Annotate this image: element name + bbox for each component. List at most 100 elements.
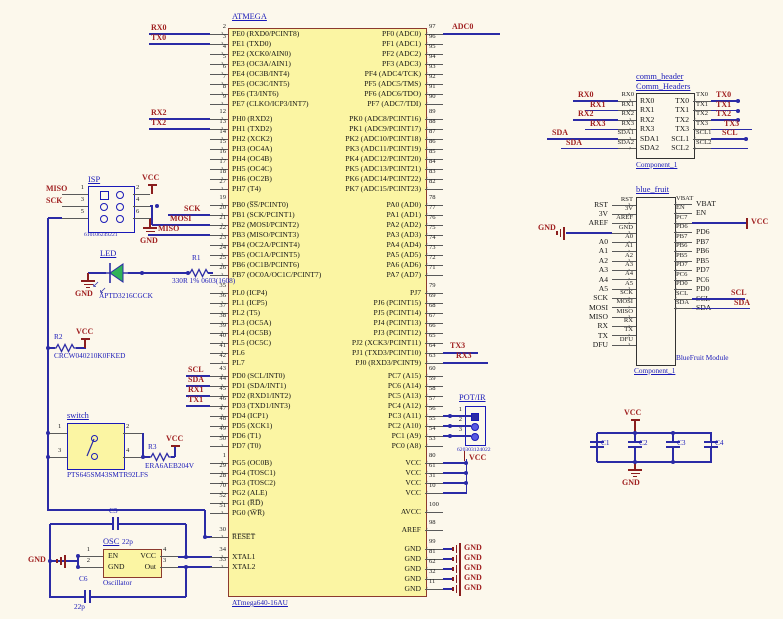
switch-body[interactable] xyxy=(67,423,125,470)
pin-number: 94 xyxy=(429,54,436,61)
net-label: ADC0 xyxy=(452,23,473,31)
pin-name-stub: TX3 xyxy=(696,121,708,128)
pin-name: VCC xyxy=(405,479,421,487)
gnd-symbol xyxy=(456,565,458,573)
pin-number: 4 xyxy=(163,547,166,554)
pin-number: 4 xyxy=(223,44,226,51)
gnd-symbol xyxy=(456,585,458,593)
pin-number: 47 xyxy=(219,406,226,413)
junction-dot xyxy=(736,109,740,113)
pin-clip-icon: ‹ xyxy=(426,201,429,208)
junction-dot xyxy=(184,565,188,569)
pin-name: A3 xyxy=(599,266,608,274)
capacitor-ref: C2 xyxy=(639,439,648,446)
pin-name: GND xyxy=(405,575,421,583)
bluefruit-body[interactable] xyxy=(636,197,676,366)
wire xyxy=(443,558,452,559)
pin-name: PD1 (SDA/INT1) xyxy=(232,382,286,390)
pin-stub xyxy=(62,218,88,219)
r3-value: ERA6AEB204V xyxy=(145,462,194,469)
pin-clip-icon: › xyxy=(221,563,224,570)
gnd-label: GND xyxy=(464,544,482,552)
pin-number: 33 xyxy=(219,557,226,564)
vcc-symbol xyxy=(464,451,466,461)
pin-name: PC3 (A11) xyxy=(388,412,421,420)
pin-number: 41 xyxy=(219,343,226,350)
pin-clip-icon: ‹ xyxy=(426,221,429,228)
pin-stub xyxy=(210,275,228,276)
wire xyxy=(208,272,213,273)
pin-clip-icon: ‹ xyxy=(426,30,429,37)
pin-name: PC6 xyxy=(696,276,709,284)
pin-clip-icon: ‹ xyxy=(426,469,429,476)
osc-pin-en: EN xyxy=(108,552,118,560)
pin-number: 16 xyxy=(219,149,226,156)
wire xyxy=(88,272,106,273)
gnd-symbol xyxy=(84,284,93,286)
pin-stub xyxy=(210,104,228,105)
junction-dot xyxy=(76,565,80,569)
led-icon[interactable] xyxy=(106,261,128,285)
junction-dot xyxy=(448,414,452,418)
wire xyxy=(50,596,84,597)
pin-clip-icon: ‹ xyxy=(426,508,429,515)
pin-number: 92 xyxy=(429,74,436,81)
pin-name: VCC xyxy=(405,489,421,497)
gnd-symbol xyxy=(452,587,454,591)
pin-name: PK5 (ADC13/PCINT21) xyxy=(345,165,421,173)
pin-name-stub: A2 xyxy=(625,253,633,260)
pin-stub xyxy=(210,363,228,364)
pin-number: 90 xyxy=(429,94,436,101)
wire xyxy=(566,232,612,233)
net-label: SDA xyxy=(188,376,204,384)
pin-number: 74 xyxy=(429,235,436,242)
wire xyxy=(48,217,62,218)
wire xyxy=(597,461,712,462)
pin-clip-icon: ‹ xyxy=(426,489,429,496)
pin-name: PG4 (TOSC1) xyxy=(232,469,276,477)
isp-connector-body[interactable] xyxy=(88,186,135,233)
junction-dot xyxy=(448,434,452,438)
pin-number: 2 xyxy=(223,24,226,31)
pin-number: 3 xyxy=(459,427,462,434)
pin-name: TX3 xyxy=(675,125,689,133)
pin-name: MOSI xyxy=(589,304,608,312)
osc-pin-vcc: VCC xyxy=(140,552,156,560)
pin-clip-icon: ‹ xyxy=(426,289,429,296)
pin-number: 45 xyxy=(219,386,226,393)
pin-name: PH6 (OC2B) xyxy=(232,175,272,183)
pin-number: 5 xyxy=(81,209,84,216)
pin-clip-icon: ‹ xyxy=(426,309,429,316)
pin-number: 69 xyxy=(429,293,436,300)
connector-pad xyxy=(471,413,479,421)
pin-number: 85 xyxy=(429,149,436,156)
pin-name: PK0 (ADC8/PCINT16) xyxy=(349,115,421,123)
vcc-symbol xyxy=(84,339,86,348)
junction-dot xyxy=(46,455,50,459)
pin-stub xyxy=(210,537,228,538)
wire xyxy=(151,206,152,225)
pin-number: 38 xyxy=(219,313,226,320)
pin-stub xyxy=(78,567,103,568)
pin-name-stub: RX3 xyxy=(622,121,634,128)
wire xyxy=(443,588,452,589)
pin-name: PL7 xyxy=(232,359,245,367)
pin-number: 3 xyxy=(58,448,61,455)
pin-name: PC6 (A14) xyxy=(388,382,421,390)
pin-name: PG2 (ALE) xyxy=(232,489,267,497)
pin-clip-icon: › xyxy=(221,533,224,540)
net-label: RX1 xyxy=(188,386,204,394)
pin-clip-icon: ‹ xyxy=(426,211,429,218)
pin-name: PC0 (A8) xyxy=(392,442,421,450)
bluefruit-title: blue_fruit xyxy=(636,186,669,194)
pin-clip-icon: ‹ xyxy=(426,60,429,67)
pin-name: PD6 xyxy=(696,228,710,236)
wire xyxy=(443,548,452,549)
osc-pin-gnd: GND xyxy=(108,563,124,571)
pin-name: PE5 (OC3C/INT5) xyxy=(232,80,290,88)
pin-name: PA0 (AD0) xyxy=(386,201,421,209)
pin-name: PK1 (ADC9/PCINT17) xyxy=(349,125,421,133)
pin-name-stub: SCL xyxy=(676,291,688,298)
pin-name: AVCC xyxy=(401,508,421,516)
wire xyxy=(711,138,748,139)
